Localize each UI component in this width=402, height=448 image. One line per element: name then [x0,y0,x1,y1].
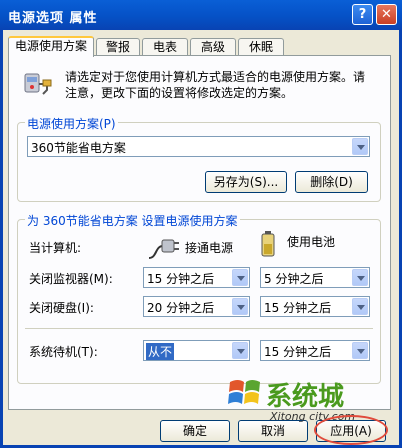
monitor-off-plugged-select[interactable]: 15 分钟之后 [143,267,250,288]
tab-advanced[interactable]: 高级 [190,38,236,56]
scheme-select[interactable]: 360节能省电方案 [27,136,370,157]
current-computer-label: 当计算机: [29,241,82,255]
standby-label: 系统待机(T): [29,345,98,359]
tab-alarms[interactable]: 警报 [96,38,140,56]
chevron-down-icon[interactable] [352,298,368,315]
chevron-down-icon[interactable] [232,342,248,359]
tab-hibernate[interactable]: 休眠 [238,38,284,56]
battery-label: 使用电池 [287,235,336,249]
harddisk-off-battery-select[interactable]: 15 分钟之后 [260,296,370,317]
tab-power-meter[interactable]: 电表 [142,38,188,56]
window-frame-left [0,30,3,448]
apply-highlight-circle [314,415,388,445]
standby-plugged-select[interactable]: 从不 [143,340,250,361]
watermark-text: 系统城 [266,382,345,412]
title-bar: 电源选项 属性 ? ✕ [0,0,402,30]
harddisk-off-plugged-value: 20 分钟之后 [147,301,215,315]
ok-button[interactable]: 确定 [160,420,230,442]
battery-icon [261,231,275,257]
standby-battery-value: 15 分钟之后 [264,345,332,359]
scheme-select-value: 360节能省电方案 [31,141,126,155]
standby-plugged-value: 从不 [146,343,175,360]
scheme-group-label: 电源使用方案(P) [25,115,118,132]
tab-power-schemes[interactable]: 电源使用方案 [8,36,94,57]
chevron-down-icon[interactable] [232,269,248,286]
harddisk-off-battery-value: 15 分钟之后 [264,301,332,315]
intro-text-line1: 请选定对于您使用计算机方式最适合的电源使用方案。请 [65,70,366,84]
settings-group-label: 为 360节能省电方案 设置电源使用方案 [25,212,240,229]
monitor-off-label: 关闭监视器(M): [29,272,113,286]
save-as-button[interactable]: 另存为(S)... [205,171,287,193]
delete-button[interactable]: 删除(D) [295,171,368,193]
monitor-off-battery-value: 5 分钟之后 [264,272,324,286]
harddisk-off-plugged-select[interactable]: 20 分钟之后 [143,296,250,317]
harddisk-off-label: 关闭硬盘(I): [29,301,94,315]
window-title: 电源选项 属性 [8,11,98,26]
chevron-down-icon[interactable] [352,269,368,286]
close-button[interactable]: ✕ [376,4,397,25]
close-icon: ✕ [381,7,392,22]
windows-logo-icon [228,380,260,404]
standby-battery-select[interactable]: 15 分钟之后 [260,340,370,361]
power-options-icon [24,73,52,95]
help-icon: ? [358,7,367,22]
power-plug-icon [148,239,179,259]
help-button[interactable]: ? [352,4,373,25]
chevron-down-icon[interactable] [352,342,368,359]
monitor-off-battery-select[interactable]: 5 分钟之后 [260,267,370,288]
tab-panel: 请选定对于您使用计算机方式最适合的电源使用方案。请 注意，更改下面的设置将修改选… [8,55,391,410]
settings-separator [25,328,373,329]
plugged-in-label: 接通电源 [185,241,234,255]
intro-text-line2: 注意，更改下面的设置将修改选定的方案。 [65,86,294,100]
chevron-down-icon[interactable] [232,298,248,315]
monitor-off-plugged-value: 15 分钟之后 [147,272,215,286]
chevron-down-icon[interactable] [352,138,368,155]
